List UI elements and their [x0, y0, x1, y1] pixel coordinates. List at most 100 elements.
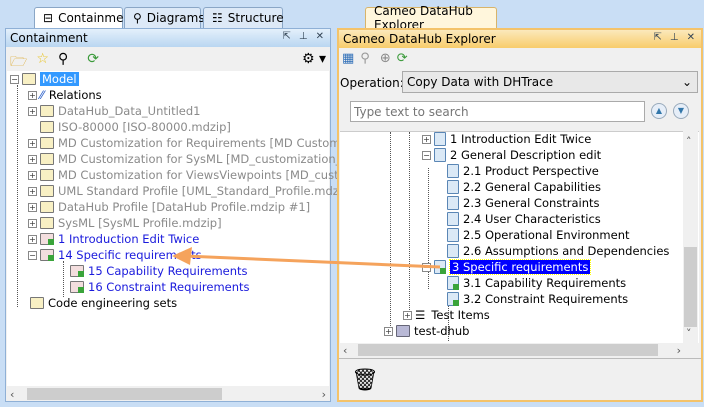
tree-item[interactable]: − Model [10, 71, 79, 87]
tab-structure[interactable]: ☷ Structure [203, 7, 284, 28]
requirement-icon [447, 292, 459, 306]
package-icon [40, 169, 54, 181]
settings-gear-icon[interactable]: ⚙ ▾ [302, 51, 326, 67]
expand-toggle[interactable]: + [28, 154, 37, 164]
tree-item[interactable]: −2 General Description edit [422, 147, 601, 163]
undock-icon[interactable]: ⇱ [283, 31, 291, 42]
next-match-button[interactable]: ▼ [673, 103, 689, 119]
search-icon[interactable]: ⚲ [360, 51, 370, 66]
package-icon [396, 325, 410, 337]
requirement-icon [434, 260, 446, 274]
section-icon [447, 228, 459, 242]
expand-toggle[interactable]: + [28, 234, 37, 244]
datahub-toolbar: ▦ ⚲ ⊕ ⟳ [342, 51, 408, 66]
tree-item[interactable]: 3.2 Constraint Requirements [447, 291, 628, 307]
tab-diagrams[interactable]: ⚲ Diagrams [124, 7, 205, 28]
collapse-toggle[interactable]: − [10, 74, 19, 84]
diagrams-icon: ⚲ [133, 11, 142, 25]
structure-icon: ☷ [212, 11, 223, 25]
tree-item[interactable]: 2.2 General Capabilities [447, 179, 601, 195]
tree-item[interactable]: 2.1 Product Perspective [447, 163, 599, 179]
expand-toggle[interactable]: + [28, 138, 37, 148]
add-datasource-icon[interactable]: ⊕ [380, 51, 391, 66]
package-icon [40, 185, 54, 197]
tree-item[interactable]: +1 Introduction Edit Twice [422, 131, 591, 147]
expand-toggle[interactable]: + [422, 134, 431, 144]
tree-item[interactable]: 2.5 Operational Environment [447, 227, 630, 243]
horizontal-scrollbar[interactable]: ‹ › [7, 387, 329, 401]
profile-icon [40, 217, 54, 229]
requirement-icon [70, 281, 84, 293]
tree-item[interactable]: Code engineering sets [18, 295, 177, 311]
chevron-down-icon: ⌄ [681, 75, 692, 89]
list-icon: ☰ [415, 308, 426, 322]
expand-toggle[interactable]: + [28, 170, 37, 180]
section-icon [447, 196, 459, 210]
model-icon [22, 73, 36, 85]
close-icon[interactable]: ✕ [687, 32, 695, 43]
section-icon [434, 148, 446, 162]
requirement-icon [40, 249, 54, 261]
folder-icon [40, 105, 54, 117]
collapse-toggle[interactable]: − [422, 150, 431, 160]
database-icon[interactable]: ▦ [342, 51, 354, 66]
search-input[interactable] [350, 101, 645, 122]
tree-item[interactable]: 3.1 Capability Requirements [447, 275, 626, 291]
previous-match-button[interactable]: ▲ [651, 103, 667, 119]
datahub-header: Cameo DataHub Explorer ⇱ ⊥ ✕ [339, 30, 701, 48]
tree-item[interactable]: 16 Constraint Requirements [58, 279, 250, 295]
section-icon [447, 164, 459, 178]
expand-toggle[interactable]: + [28, 106, 37, 116]
tab-containment[interactable]: ⊟ Containment [34, 7, 136, 28]
requirement-icon [40, 233, 54, 245]
trash-icon[interactable]: 🗑 [351, 368, 379, 393]
pin-icon[interactable]: ⊥ [299, 31, 308, 42]
requirement-icon [70, 265, 84, 277]
tab-cameo-datahub-explorer[interactable]: Cameo DataHub Explorer [365, 4, 497, 32]
tree-item[interactable]: + SysML [SysML Profile.mdzip] [28, 215, 222, 231]
horizontal-scrollbar[interactable]: ‹ › [340, 343, 684, 357]
tree-item[interactable]: + MD Customization for ViewsViewpoints [M… [28, 167, 381, 183]
pin-icon[interactable]: ⊥ [670, 32, 679, 43]
tree-item[interactable]: 15 Capability Requirements [58, 263, 248, 279]
package-icon [40, 137, 54, 149]
close-icon[interactable]: ✕ [316, 31, 324, 42]
tree-item[interactable]: + DataHub Profile [DataHub Profile.mdzip … [28, 199, 310, 215]
vertical-scrollbar[interactable]: ˄ ˅ [683, 131, 698, 343]
expand-toggle[interactable]: + [28, 90, 37, 100]
containment-icon: ⊟ [43, 11, 54, 25]
operation-select[interactable]: Copy Data with DHTrace ⌄ [402, 71, 698, 93]
expand-toggle[interactable]: + [28, 186, 37, 196]
requirement-icon [447, 276, 459, 290]
tree-item[interactable]: 2.4 User Characteristics [447, 211, 601, 227]
tree-item[interactable]: + UML Standard Profile [UML_Standard_Prof… [28, 183, 354, 199]
profile-icon [40, 201, 54, 213]
code-sets-icon [30, 297, 44, 309]
undock-icon[interactable]: ⇱ [654, 32, 662, 43]
tree-item[interactable]: +1 Introduction Edit Twice [28, 231, 199, 247]
collapse-toggle[interactable]: − [422, 262, 431, 272]
package-icon [40, 153, 54, 165]
tree-item[interactable]: + ⁄⁄ Relations [28, 87, 102, 103]
tree-item[interactable]: −14 Specific requirements [28, 247, 202, 263]
tree-item[interactable]: + test-dhub [384, 323, 469, 339]
collapse-toggle[interactable]: − [28, 250, 37, 260]
tree-item[interactable]: 2.6 Assumptions and Dependencies [447, 243, 669, 259]
expand-toggle[interactable]: + [28, 218, 37, 228]
sync-icon[interactable]: ⟳ [397, 51, 408, 66]
expand-toggle[interactable]: + [384, 326, 393, 336]
scroll-down-icon[interactable]: ˅ [686, 327, 692, 340]
scroll-up-icon[interactable]: ˄ [686, 135, 692, 148]
tree-item[interactable]: + ☰ Test Items [403, 307, 490, 323]
operation-label: Operation: [340, 76, 404, 90]
expand-toggle[interactable]: + [28, 202, 37, 212]
tree-item[interactable]: ISO-80000 [ISO-80000.mdzip] [28, 119, 231, 135]
relations-icon: ⁄⁄ [40, 88, 44, 102]
tree-item[interactable]: 2.3 General Constraints [447, 195, 600, 211]
tree-item[interactable]: + DataHub_Data_Untitled1 [28, 103, 200, 119]
expand-toggle[interactable]: + [403, 310, 412, 320]
tree-item[interactable]: + MD Customization for Requirements [MD C… [28, 135, 379, 151]
tree-item[interactable]: −3 Specific requirements [422, 259, 592, 275]
section-icon [447, 244, 459, 258]
tree-item[interactable]: + MD Customization for SysML [MD_customiz… [28, 151, 377, 167]
